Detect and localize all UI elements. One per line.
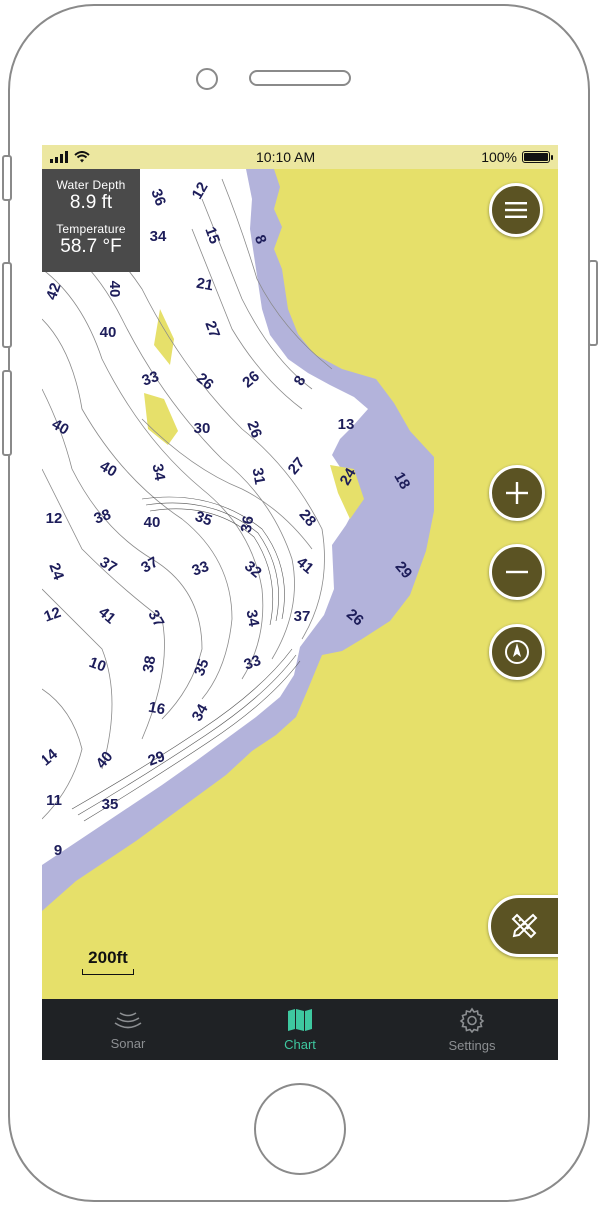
volume-down-button [2,370,12,456]
minus-icon [506,570,528,574]
temperature-value: 58.7 °F [60,236,122,257]
earpiece-speaker [249,70,351,86]
depth-sounding: 13 [338,416,355,433]
menu-button[interactable] [489,183,543,237]
status-bar: 10:10 AM 100% [42,145,558,169]
depth-sounding: 9 [54,842,62,859]
depth-sounding: 12 [46,510,63,527]
depth-sounding: 40 [144,514,161,531]
map-scale: 200ft [82,948,134,975]
depth-sounding: 40 [100,324,117,341]
readout-panel: Water Depth 8.9 ft Temperature 58.7 °F [42,169,140,272]
status-time: 10:10 AM [256,149,316,165]
ruler-pencil-icon [511,913,538,939]
depth-sounding: 40 [106,281,123,298]
cellular-signal-icon [50,151,68,163]
battery-icon [522,151,553,163]
edit-tools-button[interactable] [488,895,558,957]
scale-bar [82,969,134,975]
sonar-waves-icon [114,1011,142,1028]
plus-icon [506,482,528,504]
tab-bar: Sonar Chart Settings [42,999,558,1060]
tab-sonar[interactable]: Sonar [53,1009,203,1051]
chart-canvas[interactable]: 36 1234 15 842 40 21274033 26 26 840 30 26 1340 34 31… [42,169,558,999]
mute-switch [2,155,12,201]
depth-sounding: 35 [102,796,119,813]
depth-sounding: 38 [140,655,160,674]
front-camera [196,68,218,90]
depth-sounding: 16 [147,699,166,719]
depth-sounding: 21 [195,275,214,295]
power-button [588,260,598,346]
compass-button[interactable] [489,624,545,680]
tab-sonar-label: Sonar [110,1035,146,1051]
depth-sounding: 30 [194,420,211,437]
depth-sounding: 11 [46,792,62,809]
home-button[interactable] [254,1083,346,1175]
depth-sounding: 36 [238,515,258,534]
depth-sounding: 37 [294,608,311,625]
gear-icon [459,1007,485,1033]
compass-icon [505,640,529,664]
water-depth-label: Water Depth [56,178,126,192]
app-screen: 10:10 AM 100% 36 12 34 15 8 42 40 21 27 … [42,145,558,1060]
wifi-icon [74,151,90,163]
temperature-label: Temperature [56,222,126,236]
tab-settings-label: Settings [448,1037,496,1053]
depth-sounding: 31 [249,467,269,486]
hamburger-menu-icon [505,202,527,218]
tab-chart[interactable]: Chart [225,1008,375,1052]
zoom-out-button[interactable] [489,544,545,600]
depth-sounding: 34 [150,228,167,245]
scale-label: 200ft [88,948,128,967]
volume-up-button [2,262,12,348]
bathymetric-chart[interactable]: 36 12 34 15 8 42 40 21 27 40 33 26 26 8 40 30 26 13 40 34 31… [42,169,558,999]
tab-chart-label: Chart [284,1036,316,1052]
water-depth-value: 8.9 ft [69,192,113,213]
tab-settings[interactable]: Settings [397,1007,547,1053]
zoom-in-button[interactable] [489,465,545,521]
battery-percent: 100% [481,149,517,165]
folded-map-icon [288,1008,312,1031]
